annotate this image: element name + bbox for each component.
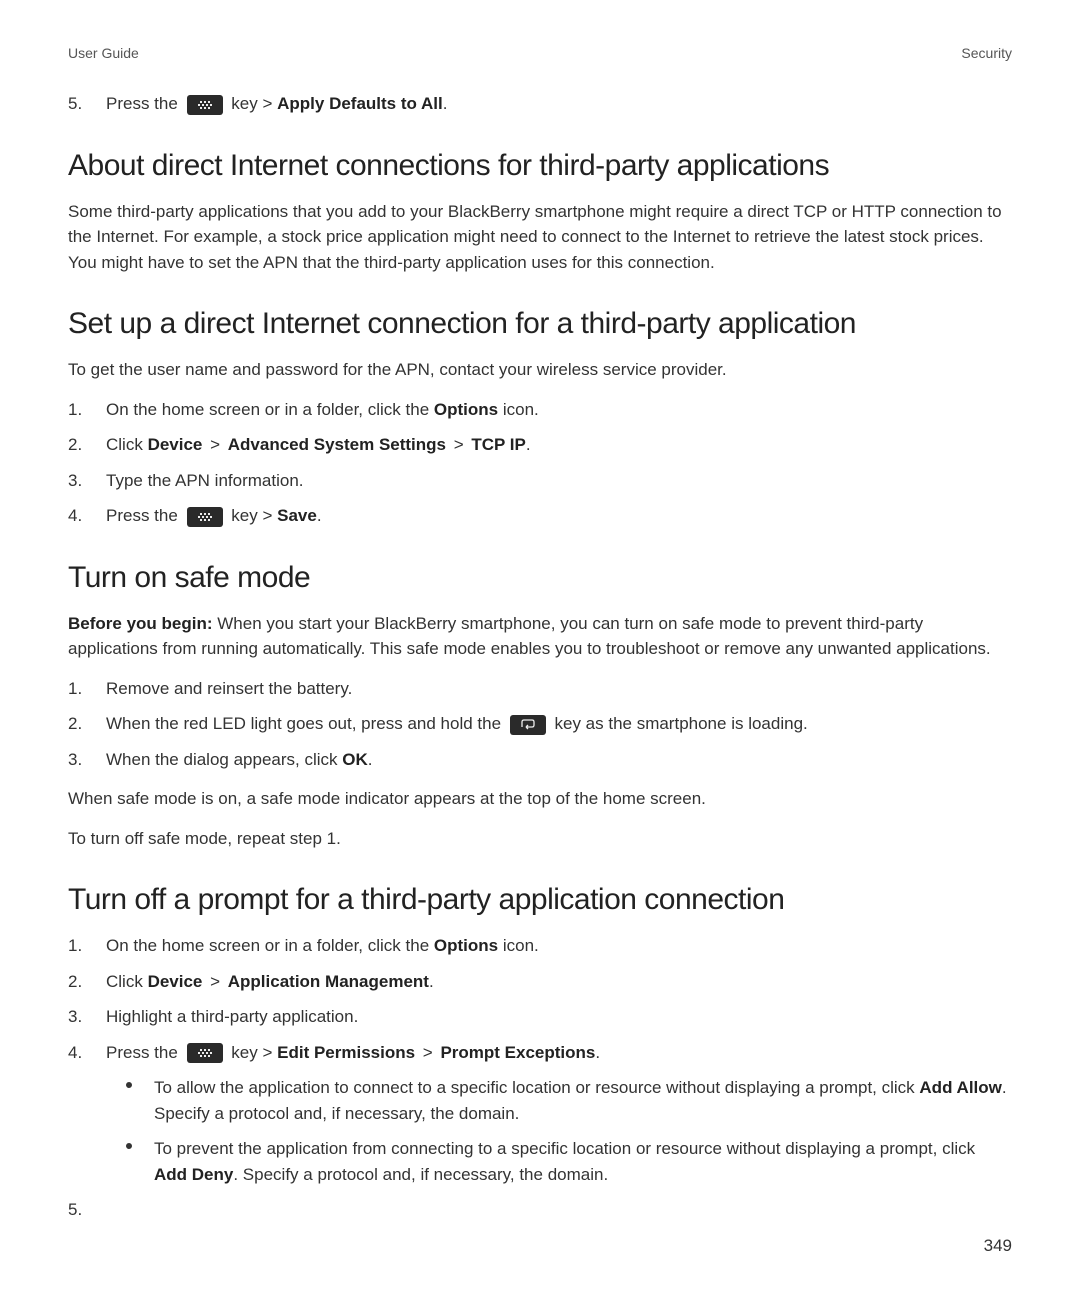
step-text: Press the [106, 506, 183, 525]
prompt-steps: 1. On the home screen or in a folder, cl… [68, 933, 1012, 1187]
step-number: 2. [68, 711, 82, 737]
list-item: 1. On the home screen or in a folder, cl… [68, 933, 1012, 959]
step-bold: TCP IP [471, 435, 525, 454]
step-bold: Save [277, 506, 317, 525]
step-text: key as the smartphone is loading. [554, 714, 807, 733]
para-turn-off-safe: To turn off safe mode, repeat step 1. [68, 826, 1012, 852]
list-item: 2. Click Device > Advanced System Settin… [68, 432, 1012, 458]
step-text: . [526, 435, 531, 454]
step-text: . [368, 750, 373, 769]
back-key-icon [510, 715, 546, 735]
menu-key-icon [187, 95, 223, 115]
step-text-a: Press the [106, 94, 183, 113]
before-label: Before you begin: [68, 614, 217, 633]
bullet-text: To allow the application to connect to a… [154, 1078, 919, 1097]
step-5-top: 5. Press the key > Apply Defaults to All… [68, 91, 1012, 117]
nested-bullets: To allow the application to connect to a… [68, 1075, 1012, 1187]
safe-mode-steps: 1. Remove and reinsert the battery. 2. W… [68, 676, 1012, 773]
list-item: 2. Click Device > Application Management… [68, 969, 1012, 995]
step-text: Remove and reinsert the battery. [106, 679, 352, 698]
page-header: User Guide Security [68, 45, 1012, 61]
step-number: 1. [68, 397, 82, 423]
step-number: 3. [68, 468, 82, 494]
step-text: When the red LED light goes out, press a… [106, 714, 506, 733]
step-number: 3. [68, 747, 82, 773]
step-text: Highlight a third-party application. [106, 1007, 358, 1026]
bullet-icon [126, 1143, 132, 1149]
header-right: Security [961, 45, 1012, 61]
step-text: > [205, 972, 224, 991]
bullet-item: To allow the application to connect to a… [126, 1075, 1012, 1126]
step-text: Press the [106, 1043, 183, 1062]
list-item: 3. When the dialog appears, click OK. [68, 747, 1012, 773]
list-item: 3. Highlight a third-party application. [68, 1004, 1012, 1030]
list-item: 4. Press the key > Save. [68, 503, 1012, 529]
step-number: 4. [68, 1040, 82, 1066]
step-text: Click [106, 435, 148, 454]
heading-turn-off-prompt: Turn off a prompt for a third-party appl… [68, 883, 1012, 917]
para-before-begin: Before you begin: When you start your Bl… [68, 611, 1012, 662]
header-left: User Guide [68, 45, 139, 61]
step-text: icon. [498, 400, 539, 419]
para-setup-intro: To get the user name and password for th… [68, 357, 1012, 383]
bullet-text: To prevent the application from connecti… [154, 1139, 975, 1158]
heading-setup-direct: Set up a direct Internet connection for … [68, 307, 1012, 341]
step-bold: Application Management [228, 972, 429, 991]
step-text: > [449, 435, 468, 454]
step-bold: OK [342, 750, 368, 769]
step-bold: Prompt Exceptions [440, 1043, 595, 1062]
step-number: 3. [68, 1004, 82, 1030]
bullet-icon [126, 1082, 132, 1088]
step-number: 5. [68, 91, 82, 117]
heading-safe-mode: Turn on safe mode [68, 561, 1012, 595]
list-item: 1. On the home screen or in a folder, cl… [68, 397, 1012, 423]
menu-key-icon [187, 507, 223, 527]
step-number: 1. [68, 933, 82, 959]
step-text: key > [231, 1043, 277, 1062]
para-safe-mode-indicator: When safe mode is on, a safe mode indica… [68, 786, 1012, 812]
step-text: icon. [498, 936, 539, 955]
step-text: > [418, 1043, 437, 1062]
step-bold: Edit Permissions [277, 1043, 415, 1062]
heading-direct-connections: About direct Internet connections for th… [68, 149, 1012, 183]
step-bold: Options [434, 400, 498, 419]
step-text: Click [106, 972, 148, 991]
bullet-bold: Add Deny [154, 1165, 233, 1184]
step-number: 2. [68, 969, 82, 995]
bullet-text: . Specify a protocol and, if necessary, … [233, 1165, 608, 1184]
bullet-item: To prevent the application from connecti… [126, 1136, 1012, 1187]
list-item: 2. When the red LED light goes out, pres… [68, 711, 1012, 737]
step-bold: Device [148, 435, 203, 454]
list-item: 3. Type the APN information. [68, 468, 1012, 494]
step-number: 5. [68, 1197, 82, 1223]
step-number: 2. [68, 432, 82, 458]
menu-key-icon [187, 1043, 223, 1063]
page-number: 349 [984, 1236, 1012, 1256]
setup-steps: 1. On the home screen or in a folder, cl… [68, 397, 1012, 529]
para-direct-connections: Some third-party applications that you a… [68, 199, 1012, 276]
step-text: > [205, 435, 224, 454]
step-text: On the home screen or in a folder, click… [106, 400, 434, 419]
step-text-b: key > [231, 94, 277, 113]
step-bold: Options [434, 936, 498, 955]
step-text: . [595, 1043, 600, 1062]
step-number: 1. [68, 676, 82, 702]
bullet-bold: Add Allow [919, 1078, 1001, 1097]
step-text: When the dialog appears, click [106, 750, 342, 769]
step-text: . [317, 506, 322, 525]
step-text: key > [231, 506, 277, 525]
step-number: 4. [68, 503, 82, 529]
step-text: Type the APN information. [106, 471, 304, 490]
step-text: On the home screen or in a folder, click… [106, 936, 434, 955]
list-item: 1. Remove and reinsert the battery. [68, 676, 1012, 702]
step-bold: Apply Defaults to All [277, 94, 443, 113]
step-period: . [443, 94, 448, 113]
step-text: . [429, 972, 434, 991]
step-bold: Advanced System Settings [228, 435, 446, 454]
step-bold: Device [148, 972, 203, 991]
list-item: 4. Press the key > Edit Permissions > Pr… [68, 1040, 1012, 1066]
